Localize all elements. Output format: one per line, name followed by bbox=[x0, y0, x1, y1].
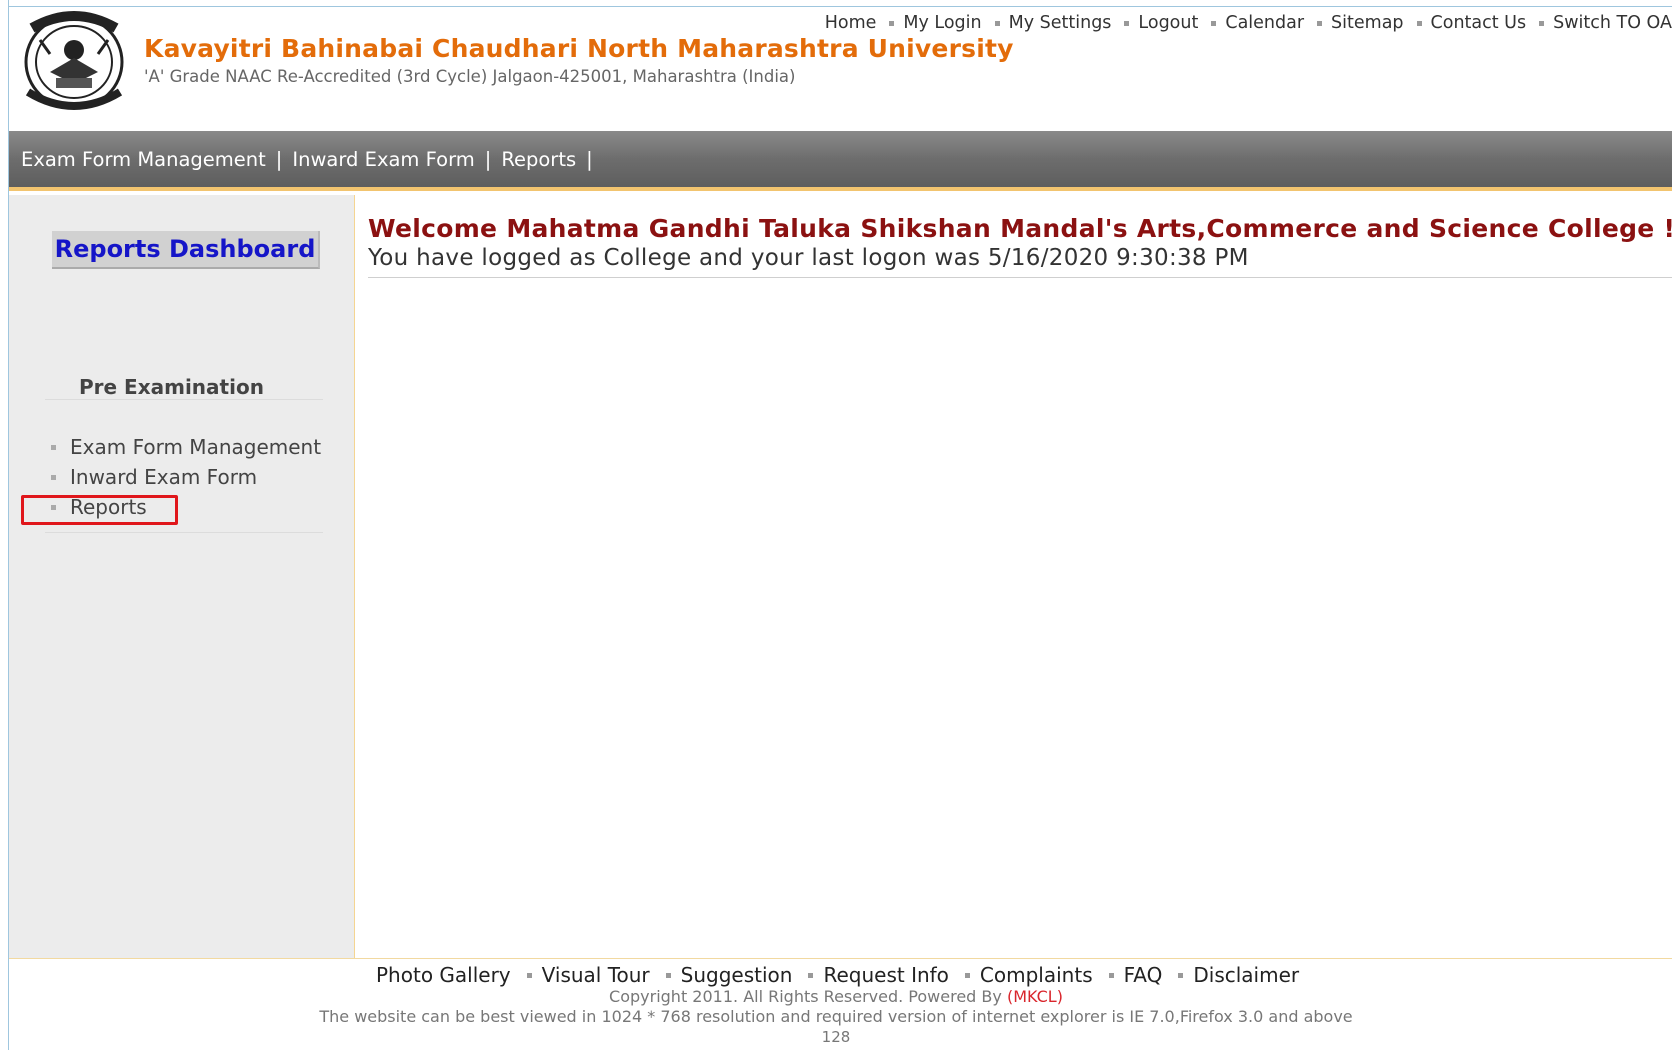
reports-highlight-box bbox=[21, 495, 178, 525]
last-logon-text: You have logged as College and your last… bbox=[368, 245, 1249, 271]
bullet-icon bbox=[964, 972, 970, 978]
bullet-icon bbox=[51, 444, 56, 450]
bullet-icon bbox=[1108, 972, 1114, 978]
top-link-contact-us[interactable]: Contact Us bbox=[1416, 13, 1527, 33]
university-subtitle: 'A' Grade NAAC Re-Accredited (3rd Cycle)… bbox=[144, 67, 796, 86]
bullet-icon bbox=[808, 972, 814, 978]
top-link-label: Sitemap bbox=[1331, 13, 1404, 33]
page: Kavayitri Bahinabai Chaudhari North Maha… bbox=[0, 0, 1672, 1050]
top-link-label: My Login bbox=[903, 13, 982, 33]
top-links: Home My Login My Settings Logout Calenda… bbox=[812, 13, 1672, 33]
top-link-label: My Settings bbox=[1008, 13, 1112, 33]
top-link-my-settings[interactable]: My Settings bbox=[994, 13, 1112, 33]
visitor-counter: 128 bbox=[821, 1028, 851, 1046]
bullet-icon bbox=[51, 474, 56, 480]
footer-link-faq[interactable]: FAQ bbox=[1108, 963, 1163, 987]
bullet-icon bbox=[889, 20, 895, 26]
nav-separator: | bbox=[275, 147, 283, 171]
bullet-icon bbox=[1539, 20, 1545, 26]
nav-reports[interactable]: Reports bbox=[501, 148, 576, 171]
footer-link-complaints[interactable]: Complaints bbox=[964, 963, 1093, 987]
bullet-icon bbox=[665, 972, 671, 978]
sidebar: Reports Dashboard Pre Examination Exam F… bbox=[9, 195, 355, 958]
top-link-label: Logout bbox=[1138, 13, 1199, 33]
top-link-label: Calendar bbox=[1225, 13, 1305, 33]
footer-link-label: Visual Tour bbox=[541, 963, 650, 987]
footer-link-label: Disclaimer bbox=[1193, 963, 1300, 987]
top-link-logout[interactable]: Logout bbox=[1124, 13, 1198, 33]
university-seal-icon[interactable] bbox=[20, 10, 128, 114]
welcome-heading: Welcome Mahatma Gandhi Taluka Shikshan M… bbox=[368, 214, 1672, 243]
top-link-label: Switch TO OA bbox=[1553, 13, 1672, 33]
browser-note: The website can be best viewed in 1024 *… bbox=[319, 1007, 1353, 1026]
nav-separator: | bbox=[484, 147, 492, 171]
footer-link-visual-tour[interactable]: Visual Tour bbox=[526, 963, 650, 987]
copyright-text: Copyright 2011. All Rights Reserved. Pow… bbox=[0, 987, 1672, 1006]
sidebar-item-label: Inward Exam Form bbox=[70, 465, 258, 489]
main-navbar: Exam Form Management | Inward Exam Form … bbox=[9, 131, 1672, 191]
footer-links: Photo Gallery Visual Tour Suggestion Req… bbox=[376, 963, 1315, 987]
footer-link-label: Photo Gallery bbox=[376, 963, 511, 987]
bullet-icon bbox=[1416, 20, 1422, 26]
sidebar-item-exam-form-management[interactable]: Exam Form Management bbox=[51, 432, 321, 462]
bullet-icon bbox=[1317, 20, 1323, 26]
footer-link-photo-gallery[interactable]: Photo Gallery bbox=[376, 963, 511, 987]
footer-link-label: FAQ bbox=[1123, 963, 1163, 987]
nav-separator: | bbox=[586, 147, 593, 171]
bullet-icon bbox=[526, 972, 532, 978]
top-link-label: Home bbox=[824, 13, 877, 33]
sidebar-item-label: Exam Form Management bbox=[70, 435, 322, 459]
sidebar-divider bbox=[45, 532, 323, 533]
top-link-home[interactable]: Home bbox=[825, 13, 877, 33]
copyright-prefix: Copyright 2011. All Rights Reserved. Pow… bbox=[609, 987, 1002, 1006]
bullet-icon bbox=[994, 20, 1000, 26]
bullet-icon bbox=[1178, 972, 1184, 978]
footer-link-suggestion[interactable]: Suggestion bbox=[665, 963, 793, 987]
sidebar-divider bbox=[45, 399, 323, 400]
nav-exam-form-management[interactable]: Exam Form Management bbox=[21, 148, 266, 171]
footer-link-request-info[interactable]: Request Info bbox=[808, 963, 949, 987]
footer-link-label: Request Info bbox=[823, 963, 949, 987]
bullet-icon bbox=[1211, 20, 1217, 26]
footer-link-label: Complaints bbox=[979, 963, 1093, 987]
section-title-pre-examination: Pre Examination bbox=[79, 375, 264, 399]
top-link-label: Contact Us bbox=[1430, 13, 1527, 33]
mkcl-link[interactable]: (MKCL) bbox=[1007, 987, 1063, 1006]
top-link-switch-to-oa[interactable]: Switch TO OA bbox=[1539, 13, 1672, 33]
university-name: Kavayitri Bahinabai Chaudhari North Maha… bbox=[144, 34, 1014, 63]
footer-divider bbox=[9, 958, 1672, 959]
reports-dashboard-button[interactable]: Reports Dashboard bbox=[52, 231, 320, 269]
sidebar-item-inward-exam-form[interactable]: Inward Exam Form bbox=[51, 462, 321, 492]
page-top-border bbox=[8, 6, 1672, 7]
top-link-calendar[interactable]: Calendar bbox=[1211, 13, 1304, 33]
top-link-my-login[interactable]: My Login bbox=[889, 13, 982, 33]
main-divider bbox=[368, 277, 1672, 278]
footer-link-label: Suggestion bbox=[680, 963, 793, 987]
nav-inward-exam-form[interactable]: Inward Exam Form bbox=[292, 148, 474, 171]
bullet-icon bbox=[1124, 20, 1130, 26]
footer-link-disclaimer[interactable]: Disclaimer bbox=[1178, 963, 1299, 987]
top-link-sitemap[interactable]: Sitemap bbox=[1317, 13, 1404, 33]
